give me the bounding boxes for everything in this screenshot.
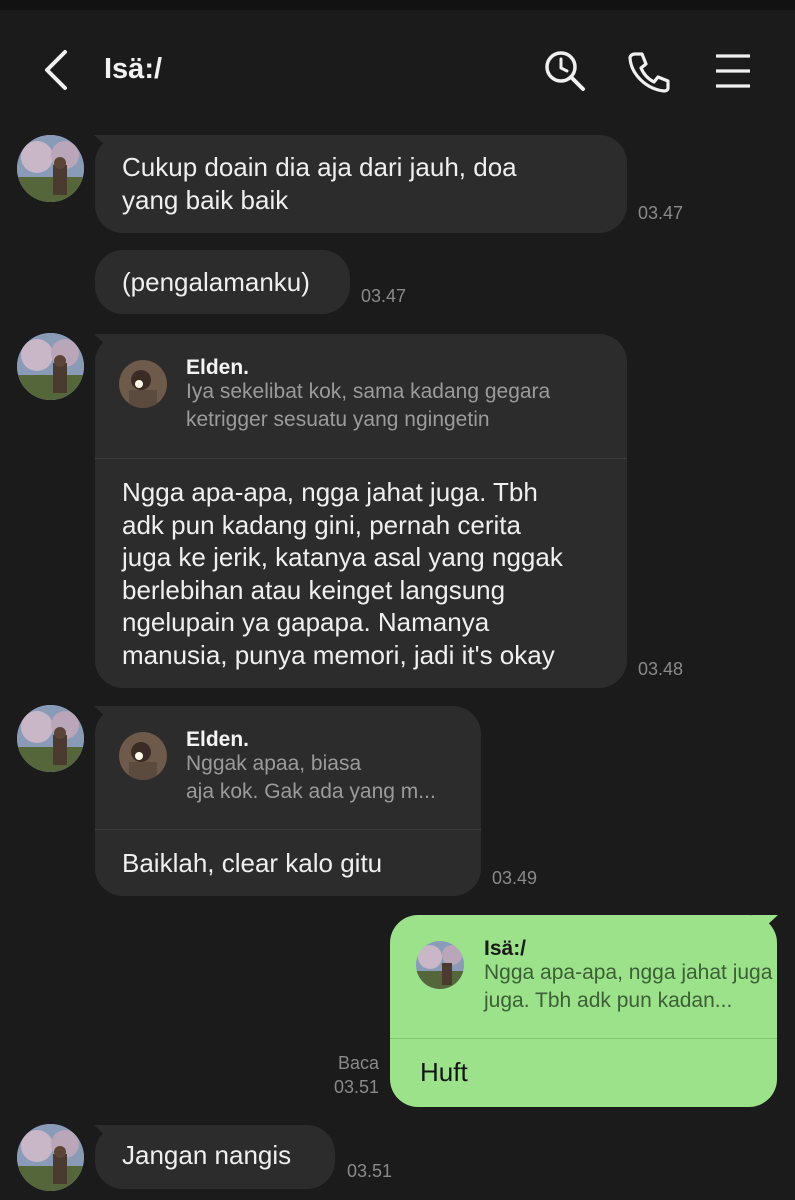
menu-icon[interactable]	[710, 48, 756, 94]
quoted-line: Iya sekelibat kok, sama kadang gegara	[186, 380, 551, 403]
quoted-line: Ngga apa-apa, ngga jahat juga	[484, 961, 773, 984]
message-bubble[interactable]: Elden. Iya sekelibat kok, sama kadang ge…	[95, 334, 627, 688]
message-bubble[interactable]: Cukup doain dia aja dari jauh, doa yang …	[95, 135, 627, 233]
chat-title[interactable]: Isä:/	[104, 53, 162, 86]
timestamp: 03.47	[638, 203, 684, 223]
avatar[interactable]	[17, 135, 84, 202]
message-text: Huft	[420, 1057, 468, 1087]
quoted-avatar	[416, 941, 464, 989]
message-text: Cukup doain dia aja dari jauh, doa yang …	[122, 151, 517, 216]
phone-icon[interactable]	[626, 48, 672, 94]
quoted-avatar	[119, 360, 167, 408]
timestamp: 03.47	[361, 286, 407, 306]
message-line: yang baik baik	[122, 184, 289, 215]
quoted-text: Ngga apa-apa, ngga jahat juga juga. Tbh …	[484, 959, 772, 1015]
message-line: Ngga apa-apa, ngga jahat juga. Tbh	[122, 477, 538, 507]
reply-quote[interactable]: Isä:/ Ngga apa-apa, ngga jahat juga juga…	[390, 915, 777, 1039]
reply-quote[interactable]: Elden. Iya sekelibat kok, sama kadang ge…	[95, 334, 627, 459]
read-receipt: Baca 03.51	[318, 1051, 379, 1099]
quoted-line: aja kok. Gak ada yang m...	[186, 780, 436, 803]
reply-quote[interactable]: Elden. Nggak apaa, biasa aja kok. Gak ad…	[95, 706, 481, 830]
timestamp: 03.49	[492, 868, 538, 888]
search-icon[interactable]	[542, 48, 588, 94]
message-line: manusia, punya memori, jadi it's okay	[122, 639, 555, 670]
quoted-line: ketrigger sesuatu yang ngingetin	[186, 408, 490, 431]
message-bubble-outgoing[interactable]: Isä:/ Ngga apa-apa, ngga jahat juga juga…	[390, 915, 777, 1107]
status-bar	[0, 0, 795, 10]
message-text: Ngga apa-apa, ngga jahat juga. Tbh adk p…	[122, 476, 563, 671]
quoted-avatar	[119, 732, 167, 780]
message-bubble[interactable]: Elden. Nggak apaa, biasa aja kok. Gak ad…	[95, 706, 481, 896]
message-line: ngelupain ya gapapa. Namanya	[122, 607, 490, 637]
quoted-text: Iya sekelibat kok, sama kadang gegara ke…	[186, 378, 550, 434]
avatar[interactable]	[17, 705, 84, 772]
quoted-text: Nggak apaa, biasa aja kok. Gak ada yang …	[186, 750, 436, 806]
message-text: (pengalamanku)	[122, 267, 310, 297]
message-bubble[interactable]: (pengalamanku)	[95, 250, 350, 314]
timestamp: 03.48	[638, 659, 684, 679]
message-line: juga ke jerik, katanya asal yang nggak	[122, 542, 563, 572]
chat-header: Isä:/	[0, 10, 795, 120]
quoted-line: juga. Tbh adk pun kadan...	[484, 989, 733, 1012]
timestamp: 03.51	[333, 1077, 379, 1097]
quoted-line: Nggak apaa, biasa	[186, 752, 362, 775]
avatar[interactable]	[17, 333, 84, 400]
back-arrow-icon[interactable]	[38, 48, 78, 92]
message-line: Cukup doain dia aja dari jauh, doa	[122, 152, 517, 182]
message-bubble[interactable]: Jangan nangis	[95, 1125, 335, 1189]
message-line: adk pun kadang gini, pernah cerita	[122, 509, 521, 540]
timestamp: 03.51	[347, 1161, 393, 1181]
message-line: berlebihan atau keinget langsung	[122, 574, 506, 605]
message-text: Baiklah, clear kalo gitu	[122, 848, 383, 878]
read-label: Baca	[337, 1053, 379, 1073]
avatar[interactable]	[17, 1124, 84, 1191]
message-text: Jangan nangis	[122, 1140, 292, 1170]
